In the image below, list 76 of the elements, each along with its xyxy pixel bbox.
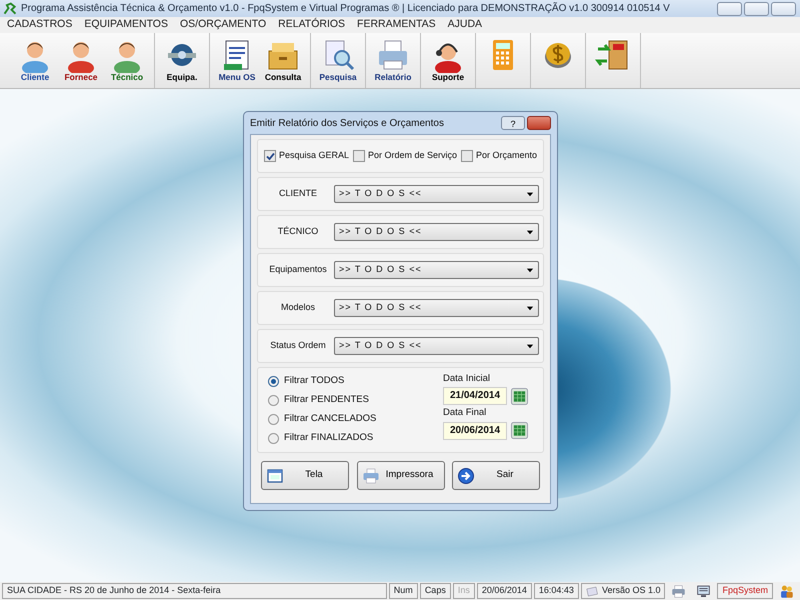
dropdown[interactable]: >> T O D O S << <box>334 299 539 317</box>
minimize-button[interactable] <box>717 2 742 16</box>
status-field: 20/06/2014 <box>476 583 532 599</box>
radio-label: Filtrar TODOS <box>284 374 344 388</box>
monitor-icon[interactable] <box>696 584 712 598</box>
printer-icon[interactable] <box>671 584 686 598</box>
exit-button[interactable]: Sair <box>452 461 540 490</box>
filter-label: Status Ordem <box>269 339 327 352</box>
dropdown-arrow-icon <box>526 342 534 350</box>
arrow-right-icon <box>457 466 475 484</box>
radio-label: Filtrar FINALIZADOS <box>284 431 374 446</box>
status-field: Num <box>388 583 418 599</box>
menu-item[interactable]: CADASTROS <box>6 17 74 33</box>
status-field: Versão OS 1.0 <box>580 583 666 599</box>
date-field[interactable]: 21/04/2014 <box>443 387 507 406</box>
status-field: SUA CIDADE - RS 20 de Junho de 2014 - Sexta-feira <box>2 583 387 599</box>
filter-label: CLIENTE <box>278 187 318 200</box>
status-field: 16:04:43 <box>534 583 579 599</box>
radio-button[interactable] <box>268 414 279 425</box>
close-button[interactable] <box>771 2 796 16</box>
print-button[interactable]: Impressora <box>356 461 444 490</box>
screen-button[interactable]: Tela <box>261 461 349 490</box>
radio-button[interactable] <box>268 376 279 387</box>
users-icon[interactable] <box>779 584 794 598</box>
window-icon <box>266 466 284 484</box>
status-field: Caps <box>420 583 451 599</box>
filter-label: Equipamentos <box>268 263 328 276</box>
calendar-button-icon[interactable] <box>511 388 528 405</box>
dropdown[interactable]: >> T O D O S << <box>334 261 539 279</box>
dropdown-arrow-icon <box>526 266 534 274</box>
printer-icon <box>362 466 380 484</box>
calendar-button-icon[interactable] <box>511 422 528 439</box>
checkbox-label: Por Ordem de Serviço <box>368 149 458 162</box>
checkbox[interactable] <box>264 150 276 162</box>
toolbar-button[interactable]: Equipa. <box>159 35 205 86</box>
toolbar-button[interactable]: Fornece <box>58 35 104 86</box>
toolbar-button[interactable]: Consulta <box>260 35 306 86</box>
toolbar-button[interactable]: Cliente <box>12 35 58 86</box>
date-label: Data Inicial <box>443 372 491 386</box>
radio-label: Filtrar CANCELADOS <box>284 412 376 426</box>
menu-item[interactable]: AJUDA <box>446 17 484 33</box>
toolbar-button[interactable]: Suporte <box>425 35 471 86</box>
radio-button[interactable] <box>268 433 279 444</box>
dropdown[interactable]: >> T O D O S << <box>334 185 539 203</box>
toolbar-button[interactable]: Pesquisa <box>315 35 361 86</box>
dropdown-arrow-icon <box>526 190 534 198</box>
checkbox-label: Pesquisa GERAL <box>279 149 350 162</box>
date-label: Data Final <box>443 406 488 420</box>
checkbox-label: Por Orçamento <box>476 149 537 162</box>
filter-label: Modelos <box>280 301 316 314</box>
toolbar-button[interactable]: Relatório <box>370 35 416 86</box>
dropdown[interactable]: >> T O D O S << <box>334 223 539 241</box>
status-field: FpqSystem <box>717 583 773 599</box>
window-title: Programa Assistência Técnica & Orçamento v1.0 - FpqSystem e Virtual Programas ® | Licenciado para DEMONSTRAÇÃO v1.0 300914 010514 V <box>21 1 670 16</box>
checkbox[interactable] <box>460 150 473 162</box>
dropdown[interactable]: >> T O D O S << <box>334 337 539 355</box>
maximize-button[interactable] <box>744 2 769 16</box>
status-field: Ins <box>452 583 475 599</box>
radio-button[interactable] <box>268 395 279 406</box>
radio-label: Filtrar PENDENTES <box>284 393 369 408</box>
menu-item[interactable]: RELATÓRIOS <box>277 17 346 33</box>
menu-item[interactable]: EQUIPAMENTOS <box>83 17 169 33</box>
filter-label: TÉCNICO <box>276 225 320 238</box>
document-icon <box>586 584 599 598</box>
app-logo-icon <box>3 2 17 16</box>
toolbar-button[interactable]: Menu OS <box>214 35 260 86</box>
menu-item[interactable]: OS/ORÇAMENTO <box>178 17 268 33</box>
date-field[interactable]: 20/06/2014 <box>443 422 507 440</box>
checkbox[interactable] <box>352 150 365 162</box>
dropdown-arrow-icon <box>526 304 534 312</box>
menu-item[interactable]: FERRAMENTAS <box>356 17 437 33</box>
toolbar-button[interactable]: Técnico <box>104 35 150 86</box>
dropdown-arrow-icon <box>526 228 534 236</box>
close-button[interactable] <box>527 116 551 130</box>
dialog-title: Emitir Relatório dos Serviços e Orçamentos <box>250 116 444 130</box>
help-button[interactable]: ? <box>501 116 525 130</box>
